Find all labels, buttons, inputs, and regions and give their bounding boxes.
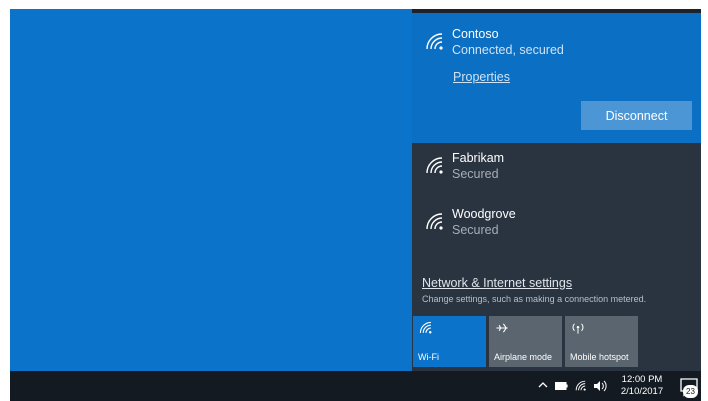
chevron-up-icon[interactable] xyxy=(538,380,548,390)
airplane-mode-tile[interactable]: Airplane mode xyxy=(489,316,562,367)
battery-icon[interactable] xyxy=(555,382,568,390)
airplane-icon xyxy=(496,323,508,333)
connected-network-item[interactable]: Contoso Connected, secured xyxy=(423,27,693,67)
clock-date: 2/10/2017 xyxy=(620,386,664,397)
volume-icon[interactable] xyxy=(593,380,607,392)
tile-label: Airplane mode xyxy=(494,352,553,362)
notification-count-badge: 23 xyxy=(683,385,698,398)
desktop xyxy=(10,9,412,371)
wifi-toggle-tile[interactable]: Wi-Fi xyxy=(413,316,486,367)
clock[interactable]: 12:00 PM 2/10/2017 xyxy=(614,374,670,398)
network-status: Connected, secured xyxy=(452,43,564,57)
network-settings-link[interactable]: Network & Internet settings xyxy=(422,276,572,290)
wifi-icon xyxy=(426,33,443,50)
connected-network-panel[interactable]: Contoso Connected, secured Properties Di… xyxy=(412,13,701,143)
network-item-woodgrove[interactable]: Woodgrove Secured xyxy=(423,207,693,247)
wifi-icon xyxy=(426,157,443,174)
taskbar: 12:00 PM 2/10/2017 23 xyxy=(10,371,701,401)
wifi-icon[interactable] xyxy=(575,380,587,392)
network-flyout: Contoso Connected, secured Properties Di… xyxy=(412,9,701,371)
properties-link[interactable]: Properties xyxy=(453,70,510,84)
network-name: Woodgrove xyxy=(452,207,516,221)
wifi-icon xyxy=(426,213,443,230)
network-settings-description: Change settings, such as making a connec… xyxy=(422,294,647,304)
network-status: Secured xyxy=(452,167,499,181)
network-name: Fabrikam xyxy=(452,151,505,165)
tile-label: Wi-Fi xyxy=(418,352,439,362)
clock-time: 12:00 PM xyxy=(621,374,663,385)
network-name: Contoso xyxy=(452,27,499,41)
tile-label: Mobile hotspot xyxy=(570,352,629,362)
network-item-fabrikam[interactable]: Fabrikam Secured xyxy=(423,151,693,191)
hotspot-icon xyxy=(572,323,584,334)
disconnect-button[interactable]: Disconnect xyxy=(581,101,692,130)
wifi-icon xyxy=(419,321,432,334)
mobile-hotspot-tile[interactable]: Mobile hotspot xyxy=(565,316,638,367)
network-status: Secured xyxy=(452,223,499,237)
